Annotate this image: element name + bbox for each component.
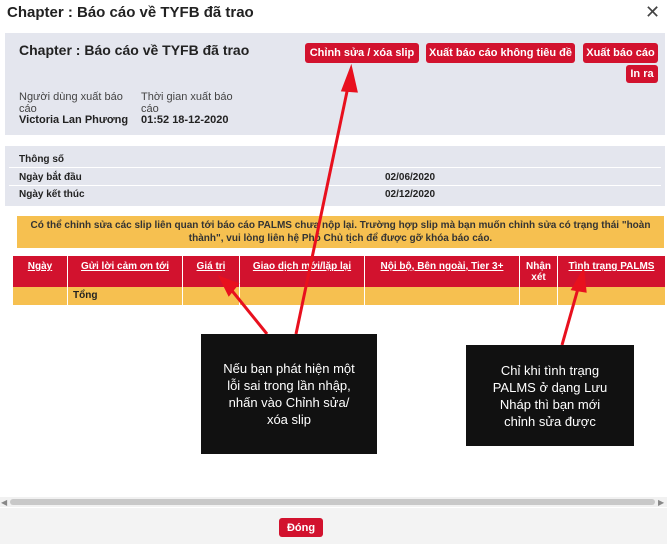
callout-edit-hint: Nếu bạn phát hiện một lỗi sai trong lần n… [201,334,377,454]
arrow-to-edit-button [294,81,351,335]
close-button[interactable]: Đóng [279,518,323,537]
arrow-head [570,267,587,293]
arrow-to-value-column [227,286,269,335]
arrow-to-palms-status [560,284,581,346]
scrollbar-thumb[interactable] [10,499,655,505]
dialog-footer [0,508,667,544]
callout-palms-hint: Chỉ khi tình trạng PALMS ở dạng Lưu Nháp t… [466,345,634,446]
annotation-arrows [217,63,587,346]
scroll-right-icon[interactable]: ▶ [658,498,664,507]
scroll-left-icon[interactable]: ◀ [1,498,7,507]
arrow-head [340,63,358,93]
